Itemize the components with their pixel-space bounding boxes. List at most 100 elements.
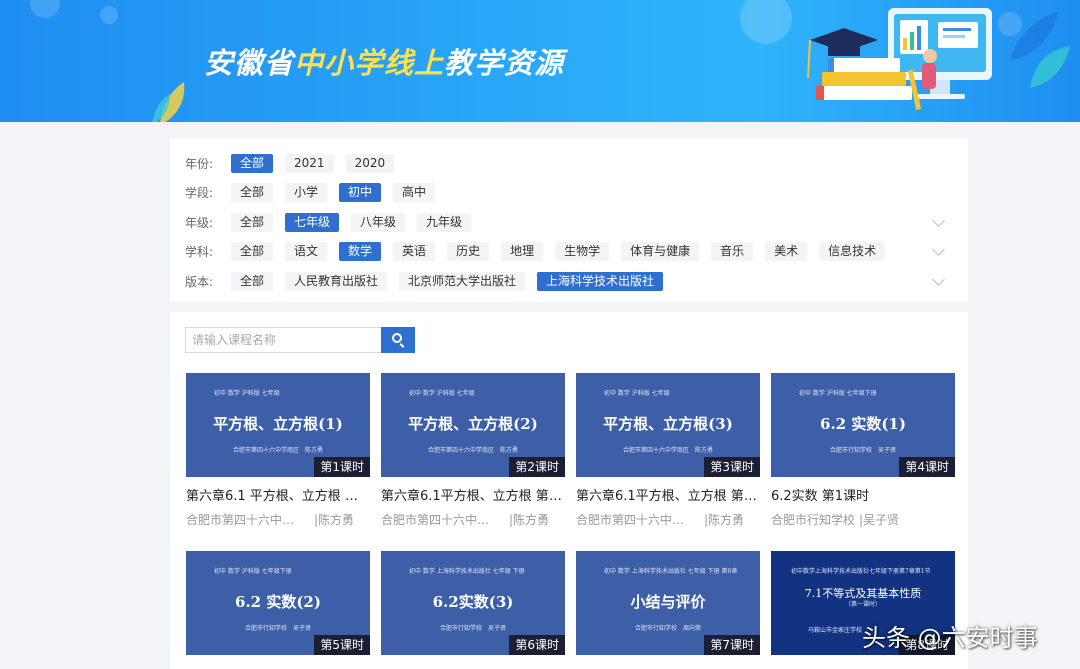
filter-option-grade-8[interactable]: 八年级 [351,212,406,232]
filter-panel: 年份: 全部 2021 2020 学段: 全部 小学 初中 高中 年级: 全部 … [170,138,968,302]
filter-label: 年份: [185,156,214,171]
filter-option-subject-geography[interactable]: 地理 [501,241,544,261]
course-search-input[interactable] [185,327,381,353]
thumb-author: 合肥市行知学校 吴子贤 [244,625,311,632]
filter-option-subject-chinese[interactable]: 语文 [285,241,328,261]
course-card[interactable]: 初中 数学 沪科版 七年级下册 6.2 实数(1) 合肥市行知学校 吴子贤 第4… [771,373,955,528]
lesson-badge: 第2课时 [509,457,565,477]
filter-option-stage-junior[interactable]: 初中 [339,182,382,202]
course-title[interactable]: 第六章6.1 平方根、立方根 第... [186,488,370,506]
expand-grade-chevron-icon[interactable] [932,214,945,227]
thumb-header: 初中 数学 上海科学技术出版社 七年级 下册 第6章 [604,568,738,575]
filter-option-grade-9[interactable]: 九年级 [417,212,472,232]
filter-label: 年级: [185,215,214,230]
filter-label: 版本: [185,274,214,289]
thumb-author: 合肥市第四十六中学南区 陈方勇 [427,447,518,454]
thumb-subtitle: （第一课时） [844,601,881,608]
expand-edition-chevron-icon[interactable] [932,273,945,286]
course-title[interactable]: 6.2实数 第1课时 [771,488,955,506]
filter-option-edition-pep[interactable]: 人民教育出版社 [285,271,388,291]
course-school: 合肥市行知学校 [771,513,856,527]
course-card[interactable]: 初中 数学 沪科版 七年级 平方根、立方根(2) 合肥市第四十六中学南区 陈方勇… [381,373,565,528]
course-meta: 合肥市第四十六中学南... |陈方勇 [186,512,370,528]
filter-row-stage: 学段: 全部 小学 初中 高中 [185,182,447,202]
filter-option-subject-math[interactable]: 数学 [339,241,382,261]
thumb-header: 初中 数学 上海科学技术出版社 七年级 下册 [409,568,525,575]
course-thumbnail[interactable]: 初中 数学 沪科版 七年级 平方根、立方根(1) 合肥市第四十六中学南区 陈方勇… [186,373,370,477]
filter-option-stage-primary[interactable]: 小学 [285,182,328,202]
filter-option-stage-all[interactable]: 全部 [231,182,274,202]
thumb-author: 合肥市第四十六中学南区 陈方勇 [622,447,713,454]
filter-row-subject: 学科: 全部 语文 数学 英语 历史 地理 生物学 体育与健康 音乐 美术 信息… [185,241,897,261]
filter-option-subject-biology[interactable]: 生物学 [555,241,610,261]
course-title[interactable]: 第六章6.1平方根、立方根 第2... [381,488,565,506]
course-teacher: |陈方勇 [509,513,550,527]
filter-label: 学科: [185,244,214,259]
course-meta: 合肥市行知学校 |吴子贤 [771,512,955,528]
course-search [185,327,415,353]
expand-subject-chevron-icon[interactable] [932,243,945,256]
course-thumbnail[interactable]: 初中 数学 沪科版 七年级 平方根、立方根(2) 合肥市第四十六中学南区 陈方勇… [381,373,565,477]
thumb-header: 初中 数学 沪科版 七年级 [409,390,475,397]
course-meta: 合肥市第四十六中学南... |陈方勇 [576,512,760,528]
course-teacher: |陈方勇 [314,513,355,527]
thumb-author: 合肥市行知学校 吴子贤 [439,625,506,632]
filter-option-subject-art[interactable]: 美术 [765,241,808,261]
filter-option-year-all[interactable]: 全部 [231,153,274,173]
course-card[interactable]: 初中 数学 沪科版 七年级 平方根、立方根(1) 合肥市第四十六中学南区 陈方勇… [186,373,370,528]
thumb-author: 合肥市第四十六中学南区 陈方勇 [232,447,323,454]
filter-option-subject-pe[interactable]: 体育与健康 [621,241,700,261]
filter-option-grade-7[interactable]: 七年级 [285,212,340,232]
thumb-header: 初中 数学 沪科版 七年级 [214,390,280,397]
filter-option-year-2021[interactable]: 2021 [285,153,334,173]
thumb-title: 6.2 实数(1) [820,415,906,433]
filter-option-year-2020[interactable]: 2020 [345,153,395,173]
filter-option-stage-senior[interactable]: 高中 [393,182,436,202]
thumb-title: 平方根、立方根(1) [213,415,343,433]
filter-option-subject-it[interactable]: 信息技术 [819,241,886,261]
course-teacher: |吴子贤 [859,513,900,527]
thumb-title: 6.2 实数(2) [235,593,321,611]
leaf-decoration-icon [152,82,185,122]
filter-option-subject-music[interactable]: 音乐 [711,241,754,261]
course-card[interactable]: 初中 数学 沪科版 七年级下册 6.2 实数(2) 合肥市行知学校 吴子贤 第5… [186,551,370,655]
filter-option-edition-shanghai-sci[interactable]: 上海科学技术出版社 [537,271,664,291]
filter-option-subject-english[interactable]: 英语 [393,241,436,261]
thumb-header: 初中数学上海科学技术出版社七年级下册第7章第1节 [791,568,931,575]
course-thumbnail[interactable]: 初中 数学 沪科版 七年级下册 6.2 实数(1) 合肥市行知学校 吴子贤 第4… [771,373,955,477]
course-school: 合肥市第四十六中学南... [381,513,501,527]
decor-bubble [100,6,118,24]
lesson-badge: 第4课时 [899,457,955,477]
thumb-author: 合肥市行知学校 周向荣 [634,625,701,632]
filter-option-edition-all[interactable]: 全部 [231,271,274,291]
thumb-title: 平方根、立方根(2) [408,415,538,433]
course-thumbnail[interactable]: 初中 数学 上海科学技术出版社 七年级 下册 第6章 小结与评价 合肥市行知学校… [576,551,760,655]
course-list-panel: 初中 数学 沪科版 七年级 平方根、立方根(1) 合肥市第四十六中学南区 陈方勇… [170,312,968,669]
course-card[interactable]: 初中 数学 上海科学技术出版社 七年级 下册 6.2实数(3) 合肥市行知学校 … [381,551,565,655]
filter-option-edition-bnu[interactable]: 北京师范大学出版社 [399,271,526,291]
course-school: 合肥市第四十六中学南... [576,513,696,527]
thumb-header: 初中 数学 沪科版 七年级下册 [799,390,877,397]
lesson-badge: 第1课时 [314,457,370,477]
course-thumbnail[interactable]: 初中 数学 上海科学技术出版社 七年级 下册 6.2实数(3) 合肥市行知学校 … [381,551,565,655]
filter-option-subject-all[interactable]: 全部 [231,241,274,261]
thumb-title: 6.2实数(3) [432,593,514,611]
filter-label: 学段: [185,185,214,200]
course-thumbnail[interactable]: 初中 数学 沪科版 七年级 平方根、立方根(3) 合肥市第四十六中学南区 陈方勇… [576,373,760,477]
filter-option-grade-all[interactable]: 全部 [231,212,274,232]
search-button[interactable] [381,327,415,353]
course-card[interactable]: 初中 数学 沪科版 七年级 平方根、立方根(3) 合肥市第四十六中学南区 陈方勇… [576,373,760,528]
course-thumbnail[interactable]: 初中 数学 沪科版 七年级下册 6.2 实数(2) 合肥市行知学校 吴子贤 第5… [186,551,370,655]
course-title[interactable]: 第六章6.1平方根、立方根 第3... [576,488,760,506]
site-banner: 安徽省中小学线上教学资源 [0,0,1080,122]
watermark: 头条 @六安时事 [862,624,1038,652]
banner-title: 安徽省中小学线上教学资源 [204,46,565,80]
course-school: 合肥市第四十六中学南... [186,513,306,527]
filter-option-subject-history[interactable]: 历史 [447,241,490,261]
decor-bubble [30,0,60,18]
education-illustration-icon [807,8,1070,110]
thumb-title: 平方根、立方根(3) [603,415,733,433]
course-card[interactable]: 初中 数学 上海科学技术出版社 七年级 下册 第6章 小结与评价 合肥市行知学校… [576,551,760,655]
lesson-badge: 第5课时 [314,635,370,655]
course-meta: 合肥市第四十六中学南... |陈方勇 [381,512,565,528]
